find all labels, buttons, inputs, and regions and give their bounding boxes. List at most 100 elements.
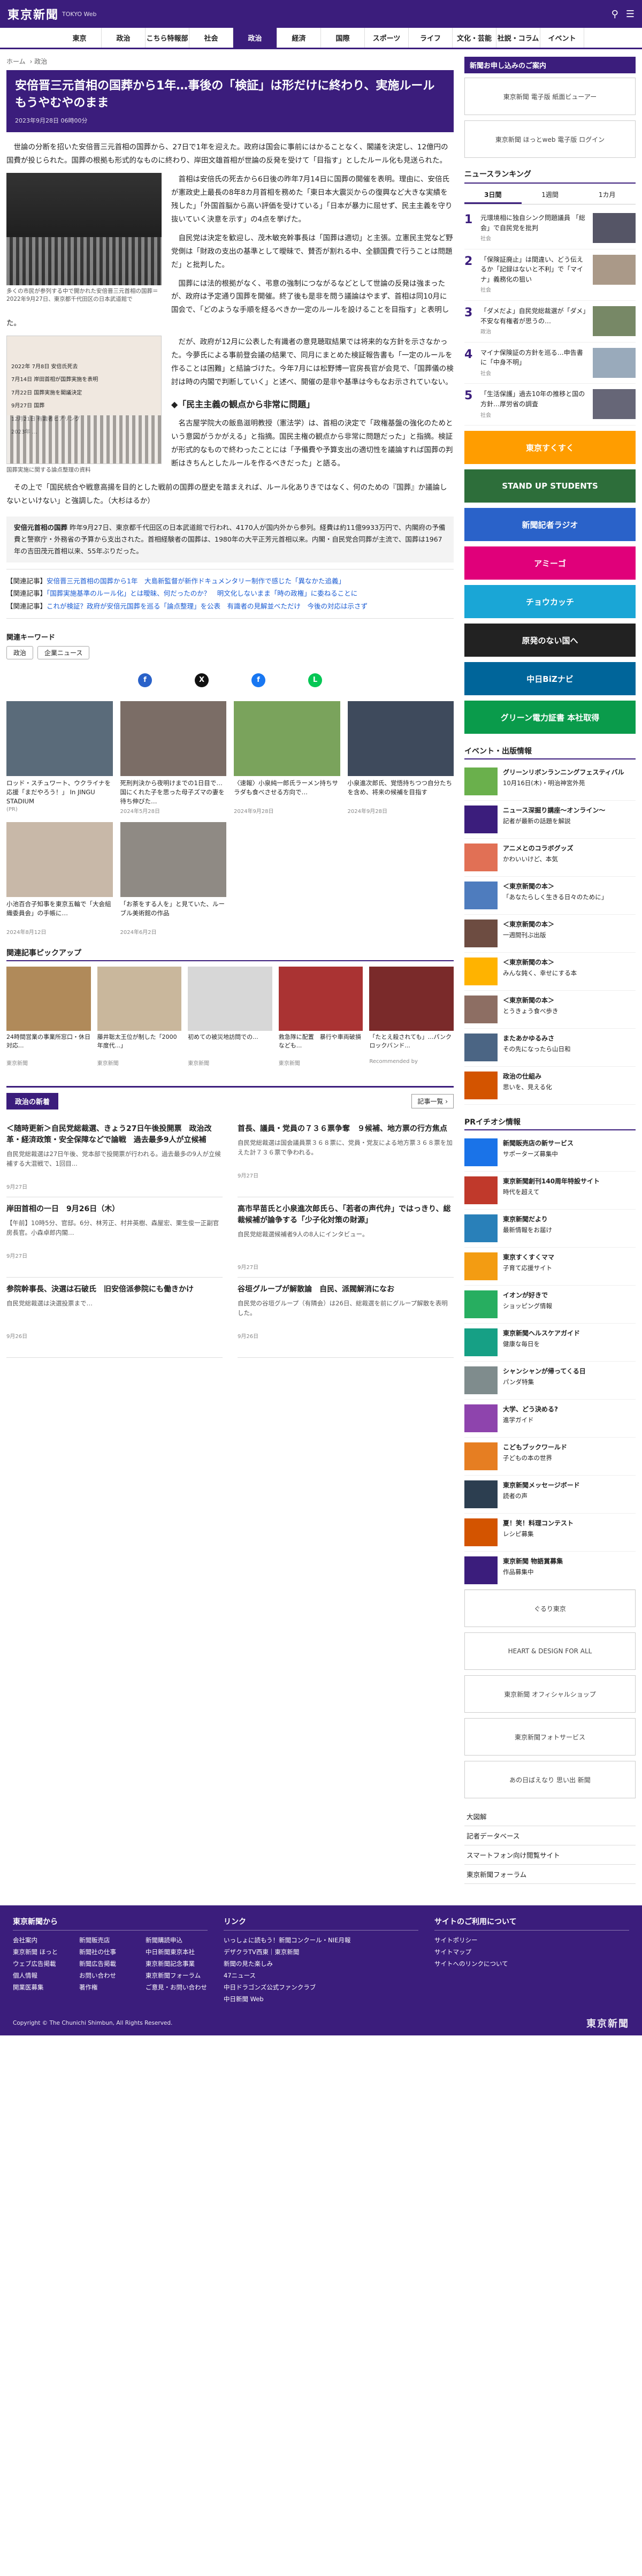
nav-item[interactable]: 文化・芸能	[453, 28, 496, 48]
sidebar-banner[interactable]: STAND UP STUDENTS	[464, 469, 636, 503]
search-icon[interactable]: ⚲	[612, 9, 618, 20]
sidebar-ad[interactable]: 東京新聞フォトサービス	[464, 1718, 636, 1756]
ranking-item[interactable]: 5 「生活保護」過去10年の推移と国の方針…厚労省の調査 社会	[464, 384, 636, 426]
sidebar-banner[interactable]: 東京すくすく	[464, 431, 636, 465]
side-link[interactable]: 大図解	[464, 1807, 636, 1827]
share-facebook-icon[interactable]: f	[138, 673, 152, 687]
nav-item[interactable]: 国際	[321, 28, 365, 48]
related-link[interactable]: 安倍晋三元首相の国葬から1年 大島新監督が新作ドキュメンタリー制作で感じた「異な…	[47, 577, 345, 585]
footer-link[interactable]: 会社案内	[13, 1936, 75, 1944]
share-facebook-icon[interactable]: f	[251, 673, 265, 687]
recommend-card[interactable]: 死刑判決から夜明けまでの1日目で…国にくれた子を思った母子ズマの妻を待ち伸びた……	[120, 701, 226, 815]
tab-1week[interactable]: 1週間	[522, 187, 579, 204]
event-item[interactable]: ＜東京新聞の本＞ とうきょう食べ歩き	[464, 991, 636, 1029]
sidebar-banner[interactable]: 原発のない国へ	[464, 624, 636, 657]
keyword-tag[interactable]: 政治	[6, 645, 34, 659]
footer-link[interactable]: サイトマップ	[434, 1948, 629, 1956]
footer-link[interactable]: いっしょに読もう！新聞コンクール・NIE月報	[224, 1936, 418, 1944]
footer-link[interactable]: デザクラTV西東｜東京新聞	[224, 1948, 418, 1956]
breadcrumb-politics[interactable]: 政治	[34, 58, 47, 65]
footer-link[interactable]: 新聞社の仕事	[79, 1948, 141, 1956]
nav-item[interactable]: こちら特報部	[146, 28, 189, 48]
recommend-card[interactable]: 小池百合子知事を東京五輪で「大会組織委員会」の手帳に… 2024年8月12日	[6, 822, 113, 936]
nav-item-politics[interactable]: 政治	[233, 28, 277, 48]
nav-item[interactable]: 社説・コラム	[496, 28, 540, 48]
event-item[interactable]: 東京新聞だより 最新情報をお届け	[464, 1210, 636, 1248]
footer-link[interactable]: サイトへのリンクについて	[434, 1959, 629, 1968]
ranking-item[interactable]: 2 「保険証廃止」は間違い、どう伝えるか「記録はないと不利」で「マイナ」義務化の狙…	[464, 249, 636, 301]
politics-news-item[interactable]: 谷垣グループが解散論 自民、派閥解消になお 自民党の谷垣グループ（有隣会）は26日…	[238, 1278, 454, 1358]
politics-news-item[interactable]: 高市早苗氏と小泉進次郎氏ら、「若者の声代弁」ではっきり、総裁候補が論争する「少子…	[238, 1197, 454, 1278]
sidebar-banner[interactable]: アミーゴ	[464, 546, 636, 580]
timeline-graphic[interactable]: 2022年 7月8日 安倍氏死去 7月14日 岸田首相が国葬実施を表明 7月22…	[6, 336, 162, 465]
nav-item[interactable]: 東京	[58, 28, 102, 48]
related-link[interactable]: これが検証？政府が安倍元国葬を巡る「論点整理」を公表 有識者の見解並べただけ 今…	[47, 602, 368, 610]
event-item[interactable]: 夏！笑！料理コンテスト レシピ募集	[464, 1514, 636, 1552]
event-item[interactable]: 大学、どう決める? 進学ガイド	[464, 1400, 636, 1438]
tab-1month[interactable]: 1カ月	[578, 187, 636, 204]
politics-more-button[interactable]: 記事一覧 ›	[411, 1093, 454, 1108]
footer-link[interactable]: 東京新聞記念事業	[146, 1959, 208, 1968]
sidebar-ad[interactable]: あの日ばえなり 思い出 新聞	[464, 1761, 636, 1799]
nav-item[interactable]: 政治	[102, 28, 146, 48]
sidebar-banner[interactable]: 中日BiZナビ	[464, 662, 636, 696]
ranking-item[interactable]: 1 元環境相に独自シンク問題議員 「総会」で自民党を批判 社会	[464, 208, 636, 249]
funeral-photo[interactable]	[6, 172, 162, 285]
footer-link[interactable]: 著作権	[79, 1983, 141, 1992]
event-item[interactable]: こどもブックワールド 子どもの本の世界	[464, 1438, 636, 1476]
event-item[interactable]: 東京新聞ヘルスケアガイド 健康な毎日を	[464, 1324, 636, 1362]
politics-news-item[interactable]: 参院幹事長、決選は石破氏 旧安倍派参院にも働きかけ 自民党総裁選は決選投票まで… 9…	[6, 1278, 223, 1358]
menu-icon[interactable]: ☰	[626, 9, 635, 20]
sidebar-banner[interactable]: チョウカッチ	[464, 585, 636, 619]
footer-link[interactable]: 東京新聞 ほっと	[13, 1948, 75, 1956]
footer-link[interactable]: 中日ドラゴンズ公式ファンクラブ	[224, 1983, 418, 1992]
footer-link[interactable]: 中日新聞 Web	[224, 1995, 418, 2003]
politics-news-item[interactable]: 岸田首相の一日 9月26日（木） 【午前】10時5分、官邸。6分、林芳正、村井英樹…	[6, 1197, 223, 1278]
event-item[interactable]: 東京新聞 物語賞募集 作品募集中	[464, 1552, 636, 1590]
nav-item[interactable]: ライフ	[409, 28, 453, 48]
sidebar-banner[interactable]: グリーン電力証書 本社取得	[464, 701, 636, 734]
keyword-tag[interactable]: 企業ニュース	[37, 645, 90, 659]
tab-3days[interactable]: 3日間	[464, 187, 522, 204]
politics-news-item[interactable]: 首長、議員・党員の７３６票争奪 ９候補、地方票の行方焦点 自民党総裁選は国会議員票…	[238, 1117, 454, 1197]
side-link[interactable]: 東京新聞フォーラム	[464, 1865, 636, 1884]
pickup-card[interactable]: 初めての被災地訪問での... 東京新聞	[188, 966, 272, 1067]
event-item[interactable]: シャンシャンが帰ってくる日 パンダ特集	[464, 1362, 636, 1400]
nav-item[interactable]: 社会	[189, 28, 233, 48]
footer-logo[interactable]: 東京新聞	[586, 2016, 629, 2030]
sidebar-ad[interactable]: 東京新聞 オフィシャルショップ	[464, 1675, 636, 1713]
promo-box[interactable]: 東京新聞 電子版 紙面ビューアー	[464, 78, 636, 115]
footer-link[interactable]: 47ニュース	[224, 1971, 418, 1980]
pickup-card[interactable]: 「たとえ殺されても」…パンクロックバンド... Recommended by	[369, 966, 454, 1067]
ranking-item[interactable]: 3 「ダメだよ」自民党総裁選が「ダメ」不安な有権者が思うの… 政治	[464, 301, 636, 343]
footer-link[interactable]: 新聞広告掲載	[79, 1959, 141, 1968]
footer-link[interactable]: ウェブ広告掲載	[13, 1959, 75, 1968]
recommend-card[interactable]: 「お茶をする人を」と見ていた、ルーブル美術館の作品 2024年6月2日	[120, 822, 226, 936]
event-item[interactable]: イオンが好きで ショッピング情報	[464, 1286, 636, 1324]
pickup-card[interactable]: 24時間営業の事業所窓口・休日対応... 東京新聞	[6, 966, 91, 1067]
politics-news-item[interactable]: ＜随時更新＞自民党総裁選、きょう27日午後投開票 政治改革・経済政策・安全保障な…	[6, 1117, 223, 1197]
event-item[interactable]: ＜東京新聞の本＞ 「あなたらしく生きる日々のために」	[464, 877, 636, 915]
footer-link[interactable]: 個人情報	[13, 1971, 75, 1980]
side-link[interactable]: スマートフォン向け閲覧サイト	[464, 1845, 636, 1865]
event-item[interactable]: またあかゆるみさ その先になったら山日和	[464, 1029, 636, 1067]
footer-link[interactable]: 新聞販売店	[79, 1936, 141, 1944]
nav-item[interactable]: スポーツ	[365, 28, 409, 48]
footer-link[interactable]: 東京新聞フォーラム	[146, 1971, 208, 1980]
event-item[interactable]: アニメとのコラボグッズ かわいいけど、本気	[464, 839, 636, 877]
event-item[interactable]: 東京新聞メッセージボード 読者の声	[464, 1476, 636, 1514]
pickup-card[interactable]: 藤井聡太王位が制した「2000年度代...」 東京新聞	[97, 966, 182, 1067]
footer-link[interactable]: 新聞の見た楽しみ	[224, 1959, 418, 1968]
footer-link[interactable]: サイトポリシー	[434, 1936, 629, 1944]
nav-item[interactable]: イベント	[540, 28, 584, 48]
related-link[interactable]: 「国葬実施基準のルール化」とは曖昧、何だったのか？ 明文化しないまま「時の政権」…	[47, 589, 357, 597]
ranking-item[interactable]: 4 マイナ保険証の方針を巡る…申告書に「中身不明」 社会	[464, 343, 636, 384]
footer-link[interactable]: 新聞購読申込	[146, 1936, 208, 1944]
nav-item[interactable]: 経済	[277, 28, 321, 48]
event-item[interactable]: ＜東京新聞の本＞ みんな鈍く、幸せにする本	[464, 953, 636, 991]
event-item[interactable]: 東京新聞創刊140周年特設サイト 時代を超えて	[464, 1172, 636, 1210]
side-link[interactable]: 記者データベース	[464, 1826, 636, 1846]
event-item[interactable]: ＜東京新聞の本＞ 一週間刊ぶ出版	[464, 915, 636, 953]
recommend-card[interactable]: 〈速報〉小泉純一郎氏ラーメン持ちサラダも食べさせる方向で… 2024年9月28日	[234, 701, 340, 815]
event-item[interactable]: ニュース深掘り講座〜オンライン〜 記者が最新の話題を解説	[464, 801, 636, 839]
